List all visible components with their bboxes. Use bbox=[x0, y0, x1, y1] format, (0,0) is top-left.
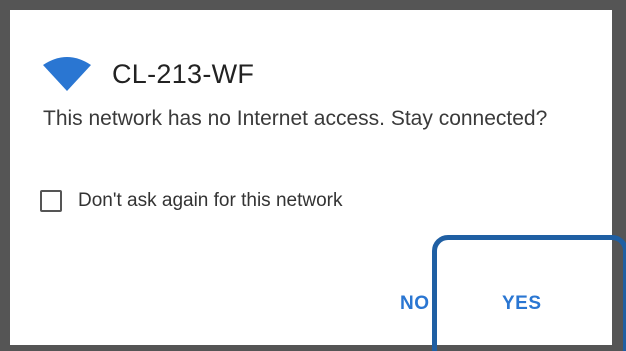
background-frame-right bbox=[612, 0, 626, 351]
screen: CL-213-WF This network has no Internet a… bbox=[0, 0, 626, 351]
no-button[interactable]: NO bbox=[400, 293, 430, 315]
dialog-message: This network has no Internet access. Sta… bbox=[43, 107, 548, 130]
wifi-icon bbox=[42, 57, 92, 91]
background-frame-top bbox=[0, 0, 626, 10]
dont-ask-again-label[interactable]: Don't ask again for this network bbox=[78, 190, 342, 212]
yes-button[interactable]: YES bbox=[502, 293, 542, 315]
dialog-title: CL-213-WF bbox=[42, 54, 254, 94]
dont-ask-again-option[interactable]: Don't ask again for this network bbox=[40, 190, 342, 212]
background-frame-left bbox=[0, 0, 10, 351]
network-name: CL-213-WF bbox=[112, 59, 255, 89]
dont-ask-again-checkbox[interactable] bbox=[40, 190, 62, 212]
background-frame-bottom bbox=[0, 345, 626, 351]
